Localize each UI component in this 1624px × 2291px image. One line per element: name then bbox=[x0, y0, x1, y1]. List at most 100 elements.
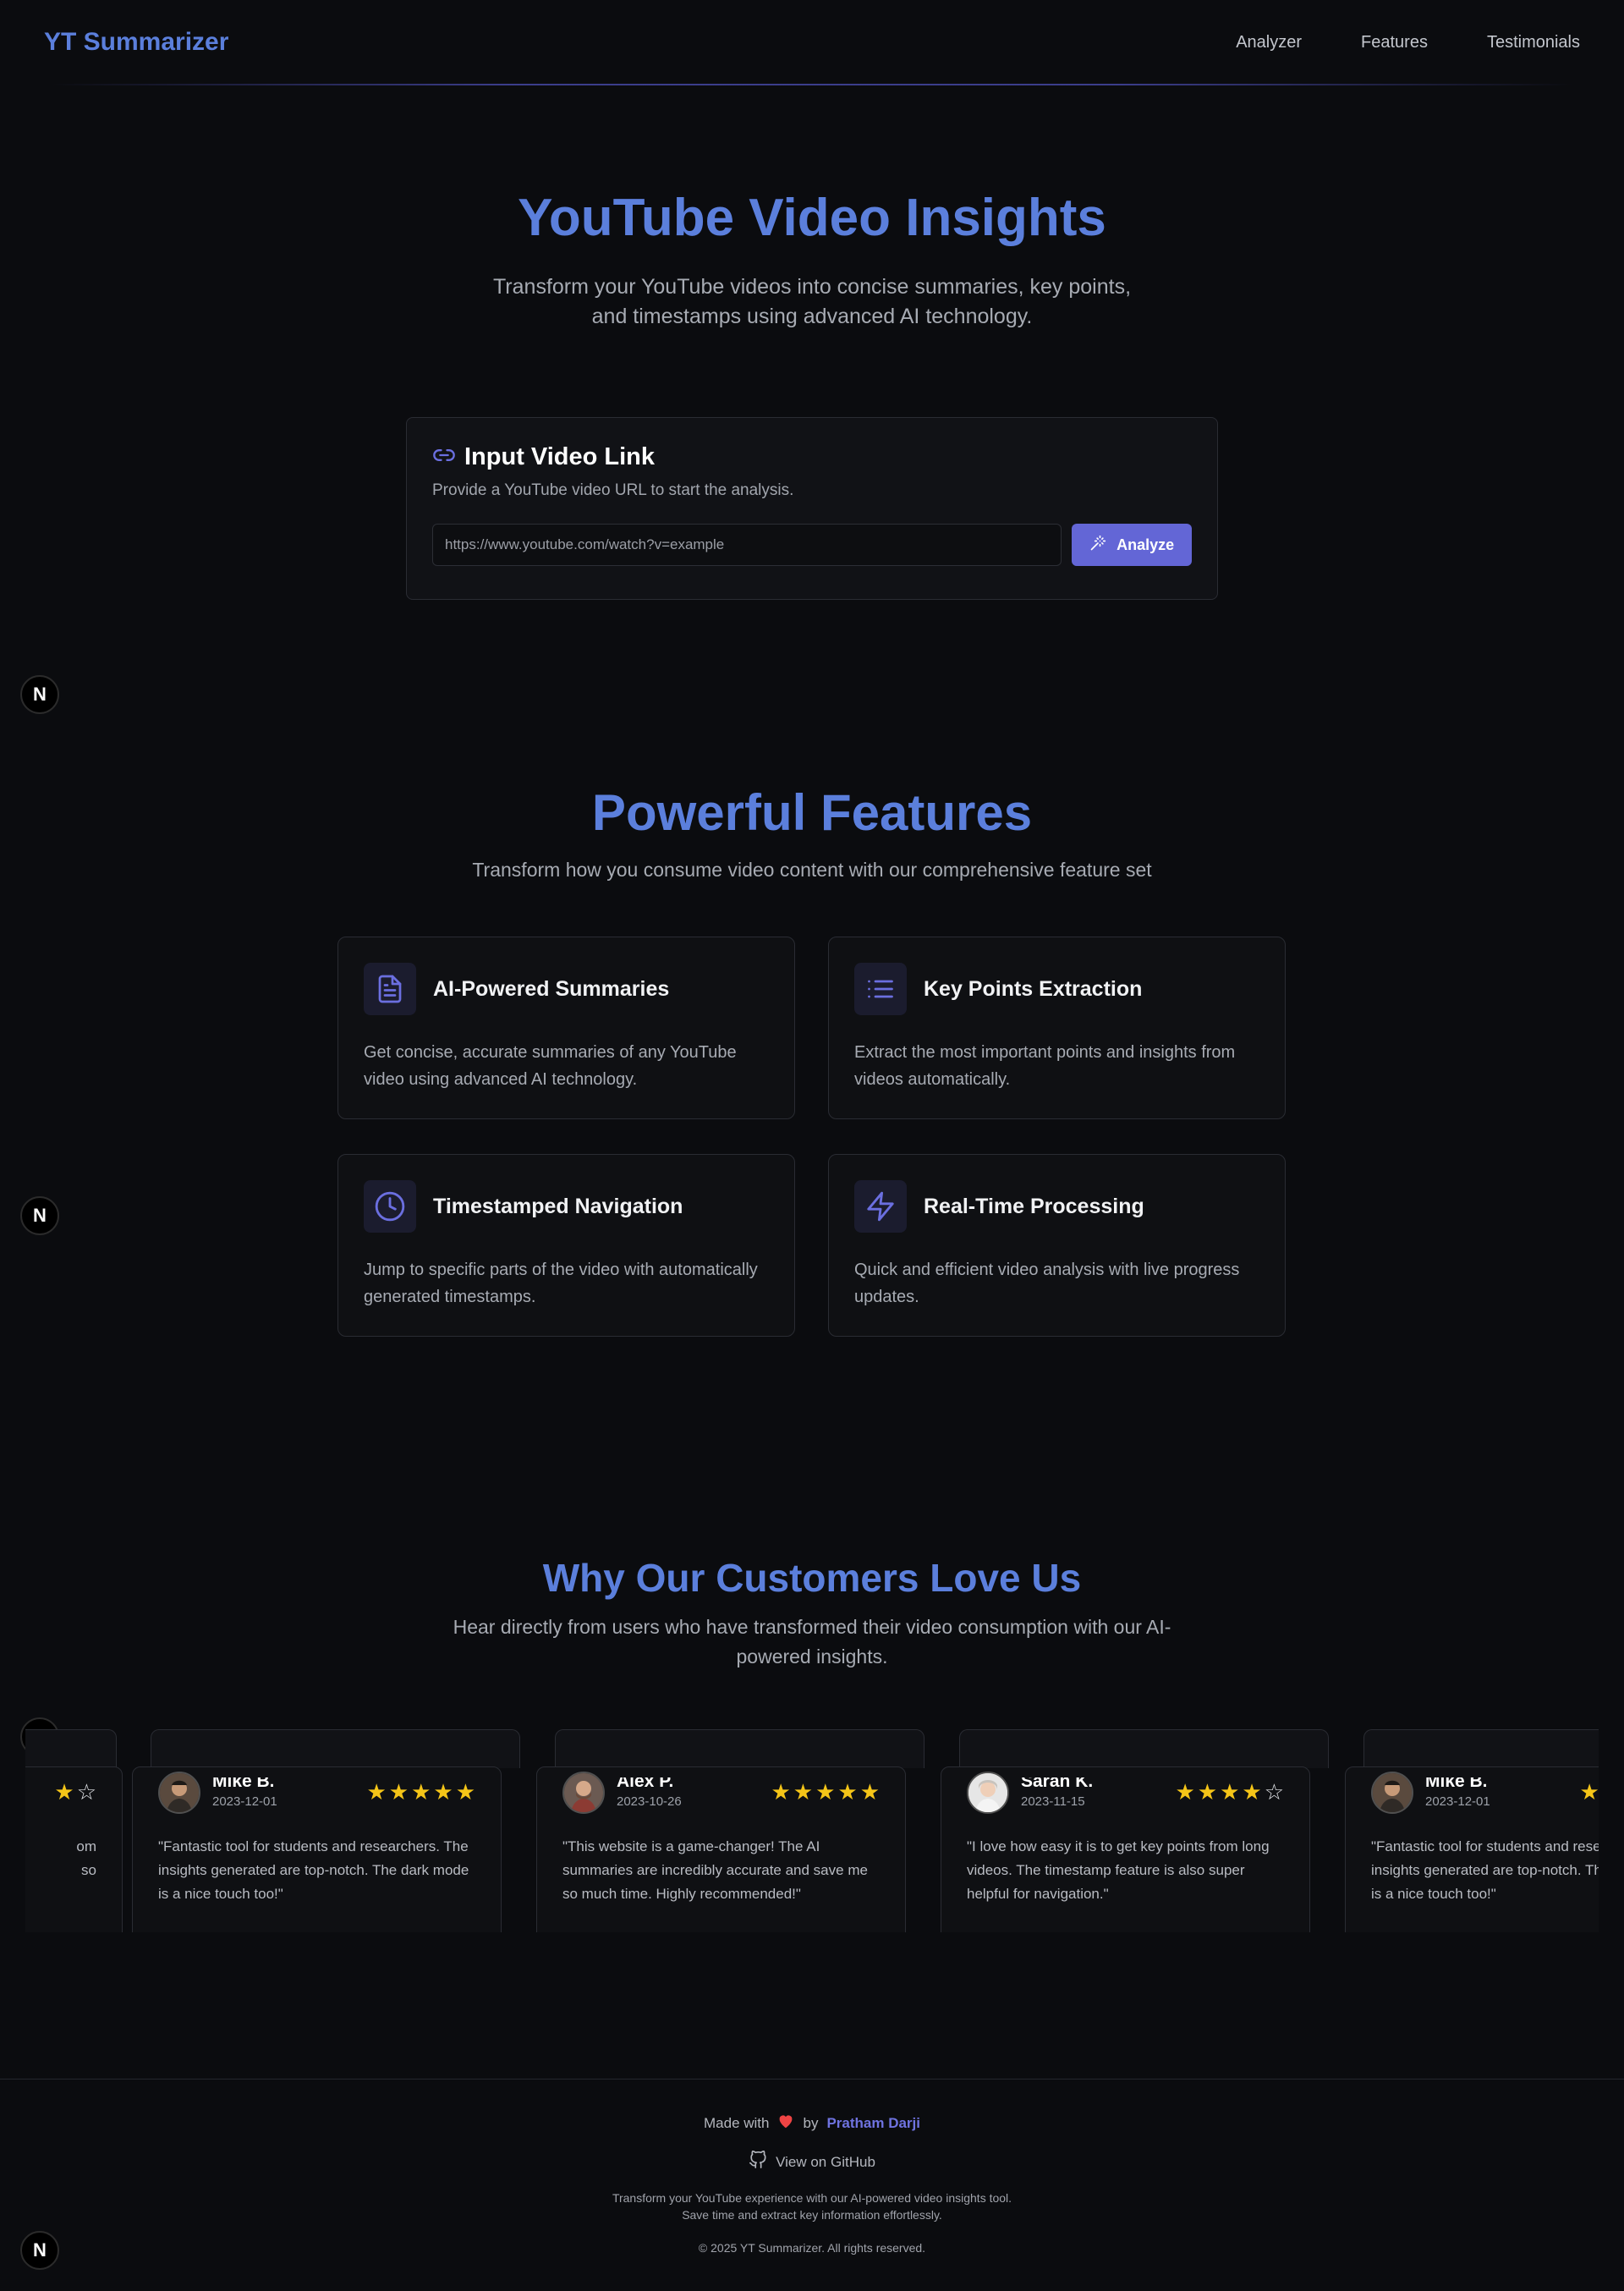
list-icon bbox=[854, 963, 907, 1015]
star-full-icon: ★ bbox=[411, 1779, 431, 1805]
testimonial-quote: "Fantastic tool for students and researc… bbox=[1371, 1838, 1599, 1902]
n-badge-1[interactable]: N bbox=[20, 675, 59, 714]
input-card-header: Input Video Link bbox=[432, 443, 1192, 471]
testimonial-name: Mike B. bbox=[212, 1777, 275, 1789]
n-badge-2[interactable]: N bbox=[20, 1196, 59, 1235]
testimonial-date: 2023-10-26 bbox=[617, 1794, 682, 1809]
input-row: Analyze bbox=[432, 524, 1192, 566]
testimonial-date: 2023-12-01 bbox=[1425, 1794, 1490, 1809]
heart-icon bbox=[777, 2113, 794, 2133]
star-full-icon: ★ bbox=[837, 1779, 858, 1805]
feature-title: Key Points Extraction bbox=[924, 976, 1143, 1001]
footer-github: View on GitHub bbox=[0, 2151, 1624, 2173]
testimonial-date: 2023-11-15 bbox=[1021, 1794, 1085, 1809]
feature-title: Timestamped Navigation bbox=[433, 1194, 683, 1218]
star-full-icon: ★ bbox=[815, 1779, 836, 1805]
by-label: by bbox=[803, 2114, 819, 2131]
testimonial-card: Sarah K. 2023-11-15 ★ ★ ★ ★ ☆ "I love ho… bbox=[941, 1766, 1310, 1932]
avatar bbox=[158, 1772, 200, 1814]
rating-stars: ★ ☆ bbox=[54, 1781, 96, 1803]
testimonial-quote: "Fantastic tool for students and researc… bbox=[158, 1838, 469, 1902]
footer-description: Transform your YouTube experience with o… bbox=[0, 2189, 1624, 2223]
video-url-input[interactable] bbox=[432, 524, 1062, 566]
hero-title: YouTube Video Insights bbox=[518, 189, 1106, 247]
testimonial-back-card bbox=[1363, 1729, 1599, 1768]
footer-description-line-2: Save time and extract key information ef… bbox=[682, 2208, 942, 2222]
testimonial-name: Mike B. bbox=[1425, 1777, 1488, 1789]
feature-card-timestamps: Timestamped Navigation Jump to specific … bbox=[337, 1154, 795, 1337]
testimonial-carousel[interactable]: ★ ☆ om so Mike B. 2023-12-01 ★ ★ ★ ★ ★ "… bbox=[25, 1729, 1599, 1932]
testimonial-quote: "I love how easy it is to get key points… bbox=[967, 1838, 1270, 1902]
star-full-icon: ★ bbox=[771, 1779, 791, 1805]
feature-description: Get concise, accurate summaries of any Y… bbox=[364, 1043, 737, 1089]
star-full-icon: ★ bbox=[793, 1779, 814, 1805]
footer-copyright-wrap: © 2025 YT Summarizer. All rights reserve… bbox=[0, 2241, 1624, 2255]
hero-subtitle: Transform your YouTube videos into conci… bbox=[492, 275, 1132, 328]
testimonial-quote-partial: om so bbox=[25, 1835, 96, 1882]
avatar bbox=[967, 1772, 1009, 1814]
rating-stars: ★ ★ ★ ★ ☆ bbox=[1175, 1781, 1284, 1803]
testimonial-card: Mike B. 2023-12-01 ★ ★ ★ ★ ★ "Fantastic … bbox=[1345, 1766, 1599, 1932]
author-link[interactable]: Pratham Darji bbox=[826, 2115, 920, 2132]
star-full-icon: ★ bbox=[1242, 1779, 1262, 1805]
testimonial-name: Sarah K. bbox=[1021, 1777, 1094, 1789]
features-subtitle: Transform how you consume video content … bbox=[472, 859, 1152, 881]
nav-link-features[interactable]: Features bbox=[1361, 33, 1428, 52]
feature-description: Extract the most important points and in… bbox=[854, 1043, 1236, 1089]
testimonials-title: Why Our Customers Love Us bbox=[542, 1556, 1082, 1600]
magic-wand-icon bbox=[1089, 535, 1106, 556]
star-full-icon: ★ bbox=[1220, 1779, 1240, 1805]
testimonial-back-card bbox=[25, 1729, 117, 1768]
star-full-icon: ★ bbox=[54, 1779, 74, 1805]
github-label: View on GitHub bbox=[776, 2153, 875, 2170]
site-logo[interactable]: YT Summarizer bbox=[44, 28, 228, 57]
rating-stars: ★ ★ ★ ★ ★ bbox=[1579, 1781, 1599, 1803]
avatar bbox=[562, 1772, 605, 1814]
made-with-label: Made with bbox=[704, 2114, 770, 2131]
testimonial-name: Alex P. bbox=[617, 1777, 674, 1789]
star-full-icon: ★ bbox=[1175, 1779, 1195, 1805]
avatar bbox=[1371, 1772, 1413, 1814]
site-header: YT Summarizer Analyzer Features Testimon… bbox=[0, 0, 1624, 85]
header-divider bbox=[51, 84, 1573, 85]
testimonial-back-card bbox=[151, 1729, 520, 1768]
analyze-button-label: Analyze bbox=[1116, 536, 1175, 553]
github-link[interactable]: View on GitHub bbox=[0, 2151, 1624, 2173]
features-title: Powerful Features bbox=[591, 784, 1033, 841]
testimonial-quote: "This website is a game-changer! The AI … bbox=[562, 1838, 868, 1902]
partial-quote-line-1: om bbox=[76, 1838, 96, 1854]
testimonial-back-card bbox=[555, 1729, 924, 1768]
feature-description: Quick and efficient video analysis with … bbox=[854, 1261, 1240, 1306]
footer-made-with: Made with by Pratham Darji bbox=[0, 2113, 1624, 2133]
star-full-icon: ★ bbox=[1197, 1779, 1218, 1805]
analyze-button[interactable]: Analyze bbox=[1072, 524, 1192, 566]
testimonial-card: Mike B. 2023-12-01 ★ ★ ★ ★ ★ "Fantastic … bbox=[132, 1766, 502, 1932]
nav-link-analyzer[interactable]: Analyzer bbox=[1236, 33, 1302, 52]
rating-stars: ★ ★ ★ ★ ★ bbox=[771, 1781, 880, 1803]
feature-title: AI-Powered Summaries bbox=[433, 976, 670, 1001]
github-icon bbox=[749, 2151, 767, 2173]
testimonials-subtitle: Hear directly from users who have transf… bbox=[453, 1616, 1171, 1667]
nav-link-testimonials[interactable]: Testimonials bbox=[1487, 33, 1580, 52]
input-card-description: Provide a YouTube video URL to start the… bbox=[432, 481, 794, 499]
lightning-icon bbox=[854, 1180, 907, 1233]
document-icon bbox=[364, 963, 416, 1015]
feature-card-realtime: Real-Time Processing Quick and efficient… bbox=[828, 1154, 1286, 1337]
input-video-card: Input Video Link Provide a YouTube video… bbox=[406, 417, 1218, 600]
star-full-icon: ★ bbox=[433, 1779, 453, 1805]
link-icon bbox=[432, 443, 456, 471]
star-empty-icon: ☆ bbox=[76, 1779, 96, 1805]
clock-icon bbox=[364, 1180, 416, 1233]
feature-title: Real-Time Processing bbox=[924, 1194, 1144, 1218]
feature-card-key-points: Key Points Extraction Extract the most i… bbox=[828, 937, 1286, 1119]
testimonial-date: 2023-12-01 bbox=[212, 1794, 277, 1809]
testimonial-back-card bbox=[959, 1729, 1329, 1768]
feature-description: Jump to specific parts of the video with… bbox=[364, 1261, 758, 1306]
star-full-icon: ★ bbox=[859, 1779, 880, 1805]
star-full-icon: ★ bbox=[455, 1779, 475, 1805]
star-empty-icon: ☆ bbox=[1264, 1779, 1284, 1805]
rating-stars: ★ ★ ★ ★ ★ bbox=[366, 1781, 475, 1803]
copyright: © 2025 YT Summarizer. All rights reserve… bbox=[698, 2241, 926, 2255]
star-full-icon: ★ bbox=[366, 1779, 387, 1805]
star-full-icon: ★ bbox=[1579, 1779, 1599, 1805]
